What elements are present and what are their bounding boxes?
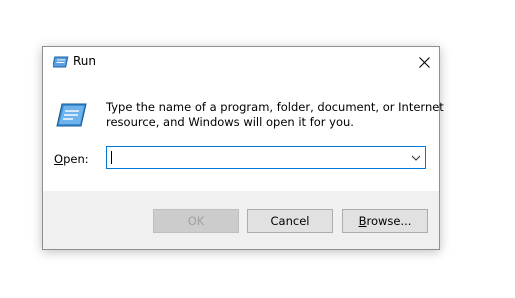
open-combobox[interactable] — [106, 146, 426, 169]
open-label-text: pen: — [63, 152, 89, 166]
window-title: Run — [73, 54, 97, 68]
browse-accesskey: B — [358, 214, 367, 228]
instruction-line-1: Type the name of a program, folder, docu… — [106, 100, 444, 114]
run-icon — [53, 56, 69, 68]
open-label: Open: — [54, 152, 89, 166]
cancel-button[interactable]: Cancel — [247, 209, 333, 233]
ok-button[interactable]: OK — [153, 209, 239, 233]
dialog-body: Type the name of a program, folder, docu… — [43, 77, 444, 191]
open-label-accesskey: O — [54, 152, 64, 166]
run-large-icon — [56, 103, 87, 127]
chevron-down-icon — [411, 155, 421, 161]
dropdown-button[interactable] — [407, 147, 425, 168]
close-button[interactable] — [409, 47, 439, 77]
text-caret — [111, 151, 112, 164]
title-bar[interactable]: Run — [43, 47, 439, 77]
close-icon — [418, 56, 430, 68]
browse-label: rowse... — [366, 214, 412, 228]
run-dialog: Run Type the name of a program, folder, … — [42, 46, 444, 250]
button-bar: OK Cancel Browse... — [43, 191, 439, 249]
browse-button[interactable]: Browse... — [342, 209, 428, 233]
open-input[interactable] — [109, 148, 401, 167]
instruction-text: Type the name of a program, folder, docu… — [106, 100, 444, 130]
instruction-line-2: resource, and Windows will open it for y… — [106, 115, 354, 129]
